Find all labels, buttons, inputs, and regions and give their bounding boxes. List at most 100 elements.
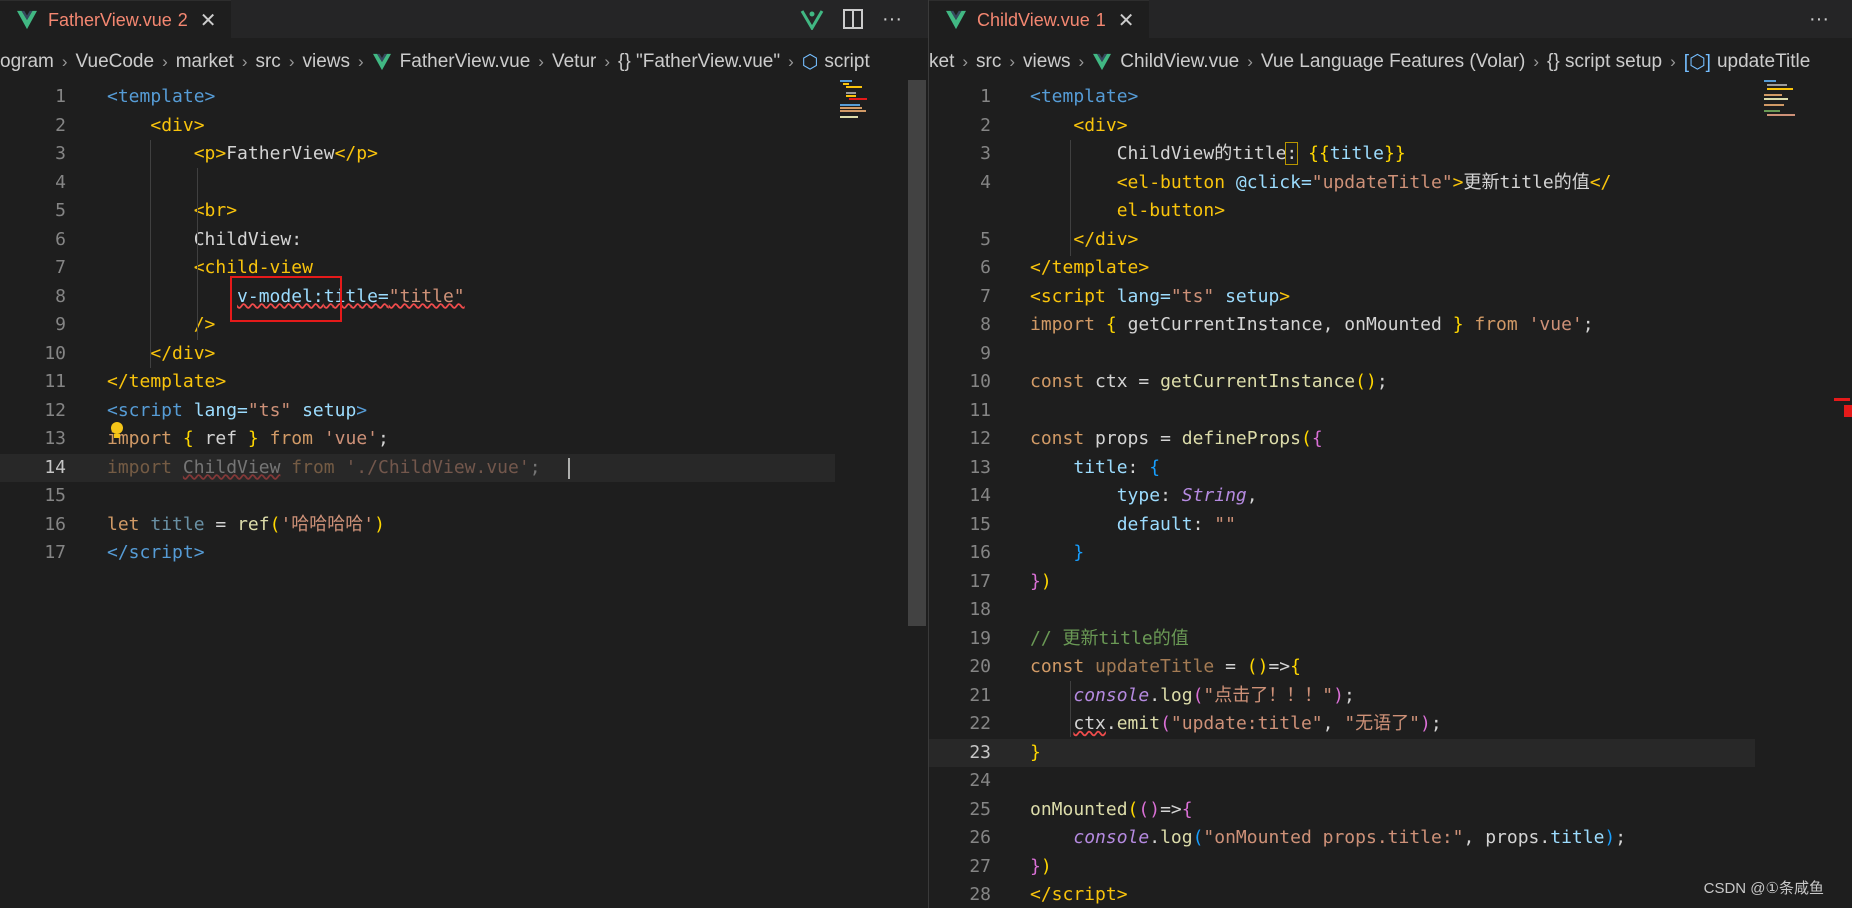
lightbulb-icon[interactable] (109, 421, 125, 441)
breadcrumb-item[interactable]: VueCode (76, 51, 155, 73)
close-icon[interactable]: ✕ (1118, 8, 1135, 33)
code-line: 9 (929, 340, 1852, 369)
breadcrumb-item[interactable]: ogram (0, 51, 54, 73)
code-line: 14 type: String, (929, 482, 1852, 511)
code-line: 8 import { getCurrentInstance, onMounted … (929, 311, 1852, 340)
code-line: 20 const updateTitle = ()=>{ (929, 653, 1852, 682)
code-line: 10 </div> (0, 340, 928, 369)
line-number: 26 (969, 827, 991, 848)
code-line: 6 </template> (929, 254, 1852, 283)
code-line: 13 import { ref } from 'vue'; (0, 425, 928, 454)
breadcrumb-item[interactable]: src (255, 51, 280, 73)
tab-fatherview[interactable]: FatherView.vue 2 ✕ (0, 0, 231, 39)
line-number: 4 (980, 171, 991, 193)
line-number: 20 (969, 656, 991, 677)
breadcrumb-item[interactable]: {} "FatherView.vue" (618, 51, 780, 73)
tab-childview[interactable]: ChildView.vue 1 ✕ (929, 0, 1149, 39)
line-number: 18 (969, 599, 991, 620)
breadcrumb-item[interactable]: Vue Language Features (Volar) (1261, 51, 1525, 73)
line-number: 2 (55, 114, 66, 136)
breadcrumb-item[interactable]: FatherView.vue (400, 51, 531, 73)
code-line: 19// 更新title的值 (929, 625, 1852, 654)
breadcrumb-item[interactable]: ket (929, 51, 954, 73)
minimap[interactable] (1764, 80, 1828, 120)
line-number: 7 (55, 257, 66, 278)
code-line: 18 (929, 596, 1852, 625)
right-editor-group: ChildView.vue 1 ✕ ··· ket › src › views › C… (929, 0, 1852, 908)
line-number: 28 (969, 884, 991, 905)
minimap[interactable] (840, 80, 904, 120)
tab-problem-count: 2 (177, 9, 188, 30)
line-number: 14 (969, 485, 991, 506)
line-number: 6 (55, 228, 66, 250)
line-number: 23 (969, 741, 991, 763)
line-number: 7 (980, 285, 991, 307)
more-actions-icon[interactable]: ··· (1809, 8, 1829, 31)
line-number: 9 (55, 314, 66, 335)
code-line: 5 </div> (929, 226, 1852, 255)
line-number: 17 (44, 542, 66, 563)
code-line: 2 <div> (0, 112, 928, 141)
vertical-scrollbar[interactable] (908, 80, 926, 626)
line-number: 16 (44, 513, 66, 535)
code-line: 21 console.log("点击了！！！"); (929, 682, 1852, 711)
close-icon[interactable]: ✕ (200, 8, 217, 33)
left-editor-group: FatherView.vue 2 ✕ ··· ogram › VueCode › m… (0, 0, 928, 908)
vue-file-icon (946, 10, 966, 30)
overview-ruler-error (1844, 405, 1852, 417)
indent-guide (150, 140, 151, 368)
tab-filename: ChildView.vue (977, 9, 1090, 30)
code-line: 15 (0, 482, 928, 511)
code-line: 1 <template> (0, 83, 928, 112)
indent-guide (1070, 140, 1071, 256)
breadcrumb-item[interactable]: views (302, 51, 350, 73)
line-number: 11 (969, 399, 991, 421)
code-line: el-button> (1116, 200, 1226, 221)
more-actions-icon[interactable]: ··· (882, 8, 902, 31)
code-line: 2 <div> (929, 112, 1852, 141)
left-tab-actions: ··· (800, 0, 902, 38)
code-line: 11 </template> (0, 368, 928, 397)
line-number: 21 (969, 684, 991, 706)
breadcrumb-item[interactable]: ChildView.vue (1120, 51, 1239, 73)
breadcrumb-item[interactable]: {} script setup (1547, 51, 1662, 73)
line-number: 3 (55, 143, 66, 164)
line-number: 25 (969, 798, 991, 820)
right-tab-bar: ChildView.vue 1 ✕ ··· (929, 0, 1852, 39)
breadcrumb-item[interactable]: views (1023, 51, 1071, 73)
code-line: 6 ChildView: (0, 226, 928, 255)
line-number: 12 (969, 428, 991, 449)
breadcrumb-item[interactable]: src (976, 51, 1001, 73)
line-number: 5 (980, 228, 991, 250)
code-editor[interactable]: 1 <template> 2 <div> 3 <p>FatherView</p> … (0, 83, 928, 568)
line-number: 15 (969, 513, 991, 535)
code-line: 16 let title = ref('哈哈哈哈') (0, 511, 928, 540)
line-number: 17 (969, 570, 991, 592)
split-editor-icon[interactable] (842, 8, 864, 30)
breadcrumb: ogram › VueCode › market › src › views › Fath… (0, 51, 870, 73)
indent-guide (197, 168, 198, 340)
line-number: 8 (55, 285, 66, 307)
code-line: 11 (929, 397, 1852, 426)
code-line: 17}) (929, 568, 1852, 597)
code-line: 4 (0, 169, 928, 198)
line-number: 13 (969, 456, 991, 478)
code-line-current: 14 import ChildView from './ChildView.vue… (0, 453, 835, 482)
line-number: 24 (969, 770, 991, 791)
code-line: 7 <script lang="ts" setup> (929, 283, 1852, 312)
code-line: 4 <el-button @click="updateTitle">更新titl… (929, 169, 1852, 198)
breadcrumb-item[interactable]: script (824, 51, 869, 73)
code-line: 3 ChildView的title: {{title}} (929, 140, 1852, 169)
breadcrumb-item[interactable]: market (176, 51, 234, 73)
symbol-cube-icon: ⬡ (801, 51, 819, 73)
breadcrumb-item[interactable]: Vetur (552, 51, 596, 73)
line-number: 1 (55, 86, 66, 107)
line-number: 13 (44, 428, 66, 449)
vue-file-icon (372, 53, 391, 71)
left-tab-bar: FatherView.vue 2 ✕ ··· (0, 0, 928, 39)
line-number: 15 (44, 485, 66, 506)
code-editor[interactable]: 1 <template> 2 <div> 3 ChildView的title: {… (929, 83, 1852, 908)
git-branch-icon[interactable] (800, 8, 824, 30)
breadcrumb-item[interactable]: updateTitle (1717, 51, 1810, 73)
code-line: 9 /> (0, 311, 928, 340)
